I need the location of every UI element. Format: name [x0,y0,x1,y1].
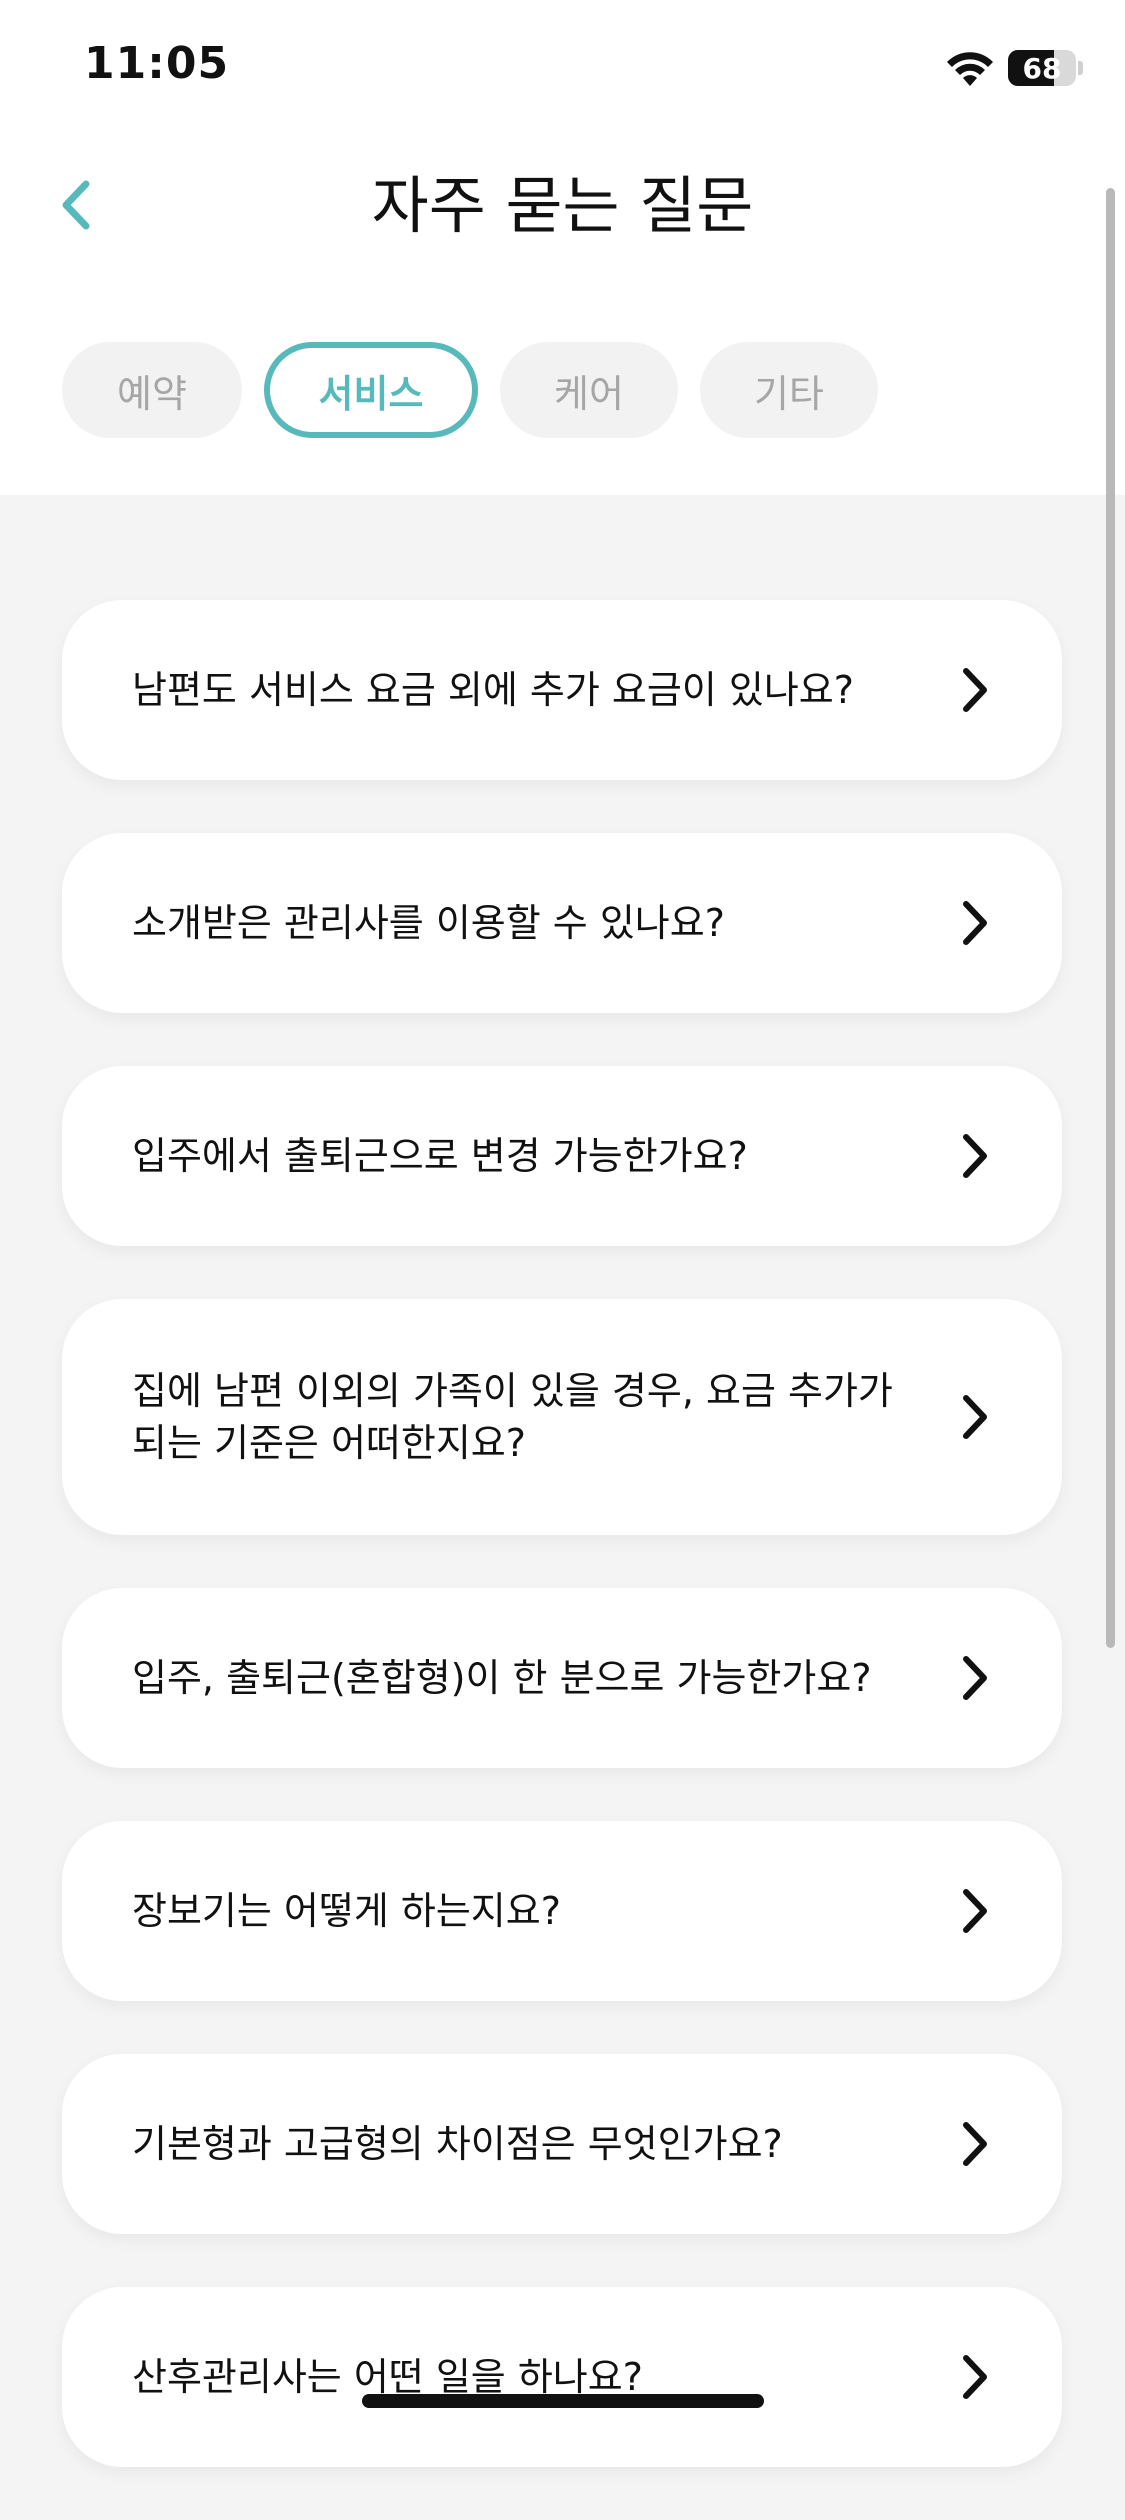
chevron-left-icon [62,180,90,230]
tab-label: 기타 [754,371,824,416]
faq-question: 소개받은 관리사를 이용할 수 있나요? [132,901,725,945]
faq-item[interactable]: 집에 남편 이외의 가족이 있을 경우, 요금 추가가 되는 기준은 어떠한지요… [62,1299,1062,1535]
faq-question: 입주, 출퇴근(혼합형)이 한 분으로 가능한가요? [132,1656,872,1700]
faq-item[interactable]: 산후관리사는 어떤 일을 하나요? [62,2287,1062,2467]
chevron-right-icon [963,1889,987,1933]
wifi-icon [947,52,993,86]
battery-level: 68 [1022,51,1062,85]
faq-item[interactable]: 남편도 서비스 요금 외에 추가 요금이 있나요? [62,600,1062,780]
tab-service[interactable]: 서비스 [264,342,478,438]
faq-item[interactable]: 입주에서 출퇴근으로 변경 가능한가요? [62,1066,1062,1246]
tab-reservation[interactable]: 예약 [62,342,242,438]
faq-item[interactable]: 기본형과 고급형의 차이점은 무엇인가요? [62,2054,1062,2234]
faq-question: 남편도 서비스 요금 외에 추가 요금이 있나요? [132,668,854,712]
faq-list: 남편도 서비스 요금 외에 추가 요금이 있나요? 소개받은 관리사를 이용할 … [62,600,1062,2520]
tab-label: 예약 [117,371,187,416]
page-title: 자주 묻는 질문 [371,169,754,242]
chevron-right-icon [963,1656,987,1700]
battery-tip [1078,61,1083,75]
tab-label: 케어 [554,371,624,416]
scrollbar[interactable] [1106,188,1115,1648]
battery-icon: 68 [1008,50,1076,86]
faq-question: 기본형과 고급형의 차이점은 무엇인가요? [132,2122,783,2166]
chevron-right-icon [963,1134,987,1178]
chevron-right-icon [963,1395,987,1439]
faq-question: 집에 남편 이외의 가족이 있을 경우, 요금 추가가 되는 기준은 어떠한지요… [132,1369,893,1465]
tab-label: 서비스 [318,371,424,416]
chevron-right-icon [963,901,987,945]
tab-care[interactable]: 케어 [500,342,678,438]
tab-etc[interactable]: 기타 [700,342,878,438]
back-button[interactable] [40,160,110,250]
status-time: 11:05 [84,38,230,89]
faq-item[interactable]: 장보기는 어떻게 하는지요? [62,1821,1062,2001]
faq-item[interactable]: 입주, 출퇴근(혼합형)이 한 분으로 가능한가요? [62,1588,1062,1768]
chevron-right-icon [963,668,987,712]
chevron-right-icon [963,2122,987,2166]
category-tabs: 예약 서비스 케어 기타 [62,342,900,438]
faq-question: 장보기는 어떻게 하는지요? [132,1889,561,1933]
faq-question: 입주에서 출퇴근으로 변경 가능한가요? [132,1134,748,1178]
faq-item[interactable]: 소개받은 관리사를 이용할 수 있나요? [62,833,1062,1013]
home-indicator [362,2394,764,2408]
chevron-right-icon [963,2355,987,2399]
